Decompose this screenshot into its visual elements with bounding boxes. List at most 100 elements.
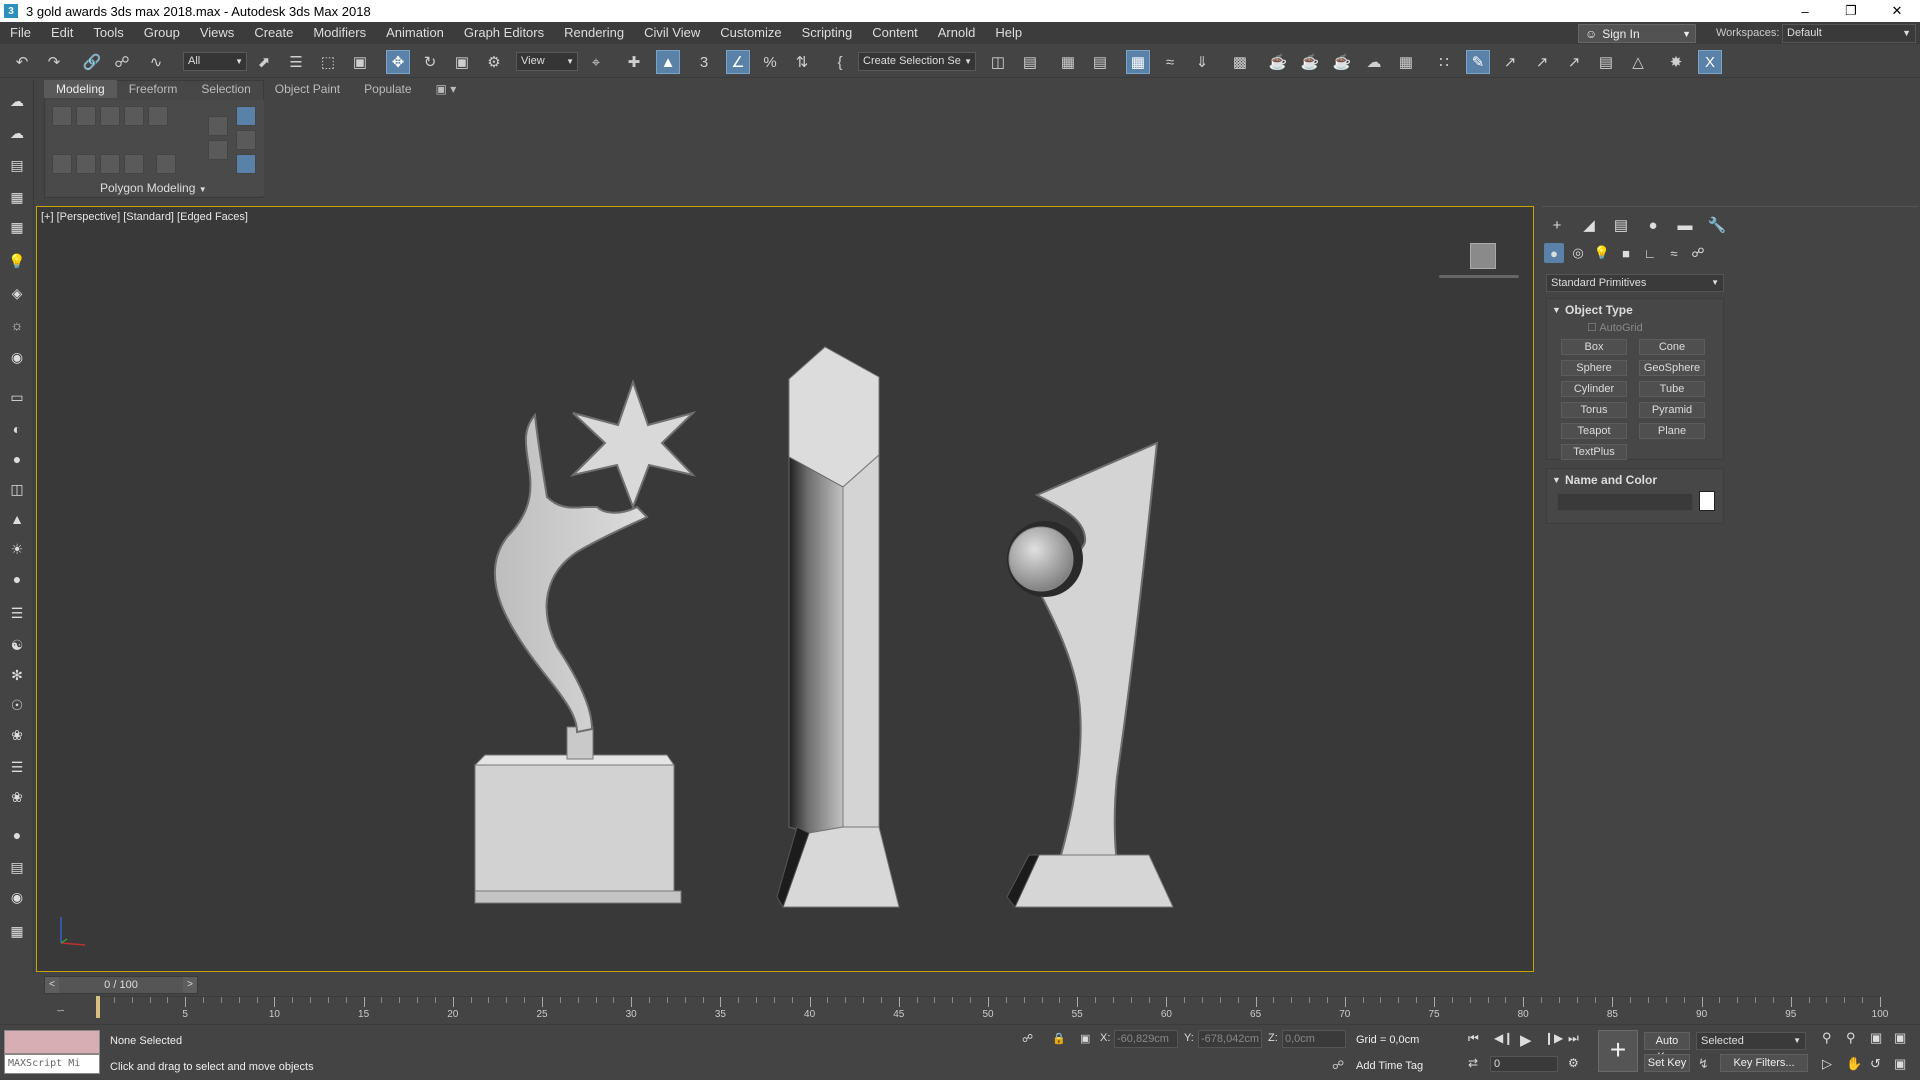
menu-help[interactable]: Help: [985, 22, 1032, 44]
time-slider[interactable]: < 0 / 100 >: [44, 976, 198, 994]
maxscript-mini-listener[interactable]: MAXScript Mi: [4, 1054, 100, 1074]
ribbon-tab-modeling[interactable]: Modeling: [44, 80, 117, 98]
sign-in-button[interactable]: ☺ Sign In ▼: [1578, 24, 1696, 43]
modifier-tool-icon[interactable]: ☼: [6, 314, 28, 336]
menu-graph-editors[interactable]: Graph Editors: [454, 22, 554, 44]
ribbon-tool-button[interactable]: [100, 154, 120, 174]
redo-icon[interactable]: ↷: [42, 50, 66, 74]
render-sphere-icon[interactable]: ●: [6, 824, 28, 846]
menu-views[interactable]: Views: [190, 22, 244, 44]
teapot-button[interactable]: Teapot: [1561, 423, 1627, 439]
align-icon[interactable]: ▤: [1018, 50, 1042, 74]
pan-view-icon[interactable]: ✋: [1846, 1056, 1862, 1072]
plane-tool-icon[interactable]: ▭: [6, 386, 28, 408]
bone-tool-icon[interactable]: ✻: [6, 664, 28, 686]
current-frame-field[interactable]: 0: [1490, 1056, 1558, 1072]
key-filters-button[interactable]: Key Filters...: [1720, 1054, 1808, 1072]
globe-trophy-model[interactable]: [1006, 441, 1174, 908]
particle-tool-icon[interactable]: ☯: [6, 634, 28, 656]
ribbon-tool-button[interactable]: [76, 154, 96, 174]
globe-tool-icon[interactable]: ☉: [6, 694, 28, 716]
space-warps-category-icon[interactable]: ≈: [1664, 243, 1684, 263]
ribbon-tab-object-paint[interactable]: Object Paint: [263, 80, 352, 98]
ribbon-tool-button[interactable]: [124, 154, 144, 174]
ribbon-tool-button[interactable]: [76, 106, 96, 126]
ribbon-tool-button[interactable]: [52, 154, 72, 174]
grid-toggle-icon[interactable]: ∷: [1432, 50, 1456, 74]
mirror-icon[interactable]: ◫: [986, 50, 1010, 74]
pivot-center-icon[interactable]: ⌖: [584, 50, 608, 74]
ribbon-tool-button[interactable]: [208, 140, 228, 160]
key-mode-dropdown[interactable]: Selected ▼: [1696, 1032, 1806, 1050]
ribbon-tab-freeform[interactable]: Freeform: [117, 80, 190, 98]
timeline-ruler[interactable]: 5 10 15 20 25 30 35 40 45 50 55 60 65 70 75 80 85 90 95 100: [96, 996, 1888, 1020]
modify-tab-icon[interactable]: ◢: [1576, 214, 1602, 236]
ribbon-tool-button[interactable]: [208, 116, 228, 136]
angle-snap-icon[interactable]: ∠: [726, 50, 750, 74]
time-tag-icon[interactable]: ☍: [1332, 1058, 1344, 1072]
default-in-out-tangents-icon[interactable]: ↯: [1698, 1056, 1709, 1072]
ribbon-tool-button[interactable]: [148, 106, 168, 126]
hair-tool-icon[interactable]: ❀: [6, 724, 28, 746]
go-to-start-icon[interactable]: ⏮: [1468, 1031, 1479, 1046]
cone-tool-icon[interactable]: ▲: [6, 508, 28, 530]
snaps-toggle-icon[interactable]: 3: [692, 50, 716, 74]
y-coordinate-field[interactable]: -678,042cm: [1198, 1030, 1262, 1048]
rope-tool-icon[interactable]: ❀: [6, 786, 28, 808]
time-cursor[interactable]: [96, 996, 100, 1018]
material-editor-icon[interactable]: ⇓: [1190, 50, 1214, 74]
key-mode-toggle-icon[interactable]: ⇄: [1468, 1056, 1478, 1070]
sun-light-icon[interactable]: ☀: [6, 538, 28, 560]
sphere-button[interactable]: Sphere: [1561, 360, 1627, 376]
select-and-link-icon[interactable]: 🔗: [80, 50, 104, 74]
autogrid-checkbox[interactable]: ☐ AutoGrid: [1587, 321, 1643, 334]
curve-editor-icon[interactable]: ▦: [1126, 50, 1150, 74]
rendered-frame-window-icon[interactable]: ☕: [1266, 50, 1290, 74]
menu-content[interactable]: Content: [862, 22, 928, 44]
menu-scripting[interactable]: Scripting: [792, 22, 863, 44]
next-key-icon[interactable]: ❙▶: [1544, 1031, 1563, 1045]
hierarchy-tab-icon[interactable]: ▤: [1608, 214, 1634, 236]
systems-category-icon[interactable]: ☍: [1688, 243, 1708, 263]
menu-edit[interactable]: Edit: [41, 22, 83, 44]
cone-button[interactable]: Cone: [1639, 339, 1705, 355]
zoom-extents-icon[interactable]: ▣: [1870, 1030, 1882, 1046]
zoom-extents-all-icon[interactable]: ▣: [1894, 1030, 1906, 1046]
sphere-tool-icon[interactable]: ●: [6, 448, 28, 470]
perspective-viewport[interactable]: [+] [Perspective] [Standard] [Edged Face…: [36, 206, 1534, 972]
menu-group[interactable]: Group: [134, 22, 190, 44]
zoom-all-icon[interactable]: ⚲: [1846, 1030, 1856, 1046]
keyboard-shortcut-override-icon[interactable]: ▲: [656, 50, 680, 74]
set-key-icon[interactable]: +: [1598, 1030, 1638, 1072]
menu-customize[interactable]: Customize: [710, 22, 791, 44]
dome-tool-icon[interactable]: ◐: [6, 418, 28, 440]
ribbon-options-icon[interactable]: ▣ ▾: [424, 80, 469, 98]
arnold-tool-1-icon[interactable]: ↗: [1498, 50, 1522, 74]
window-crossing-icon[interactable]: ▣: [348, 50, 372, 74]
cloud-tool-icon[interactable]: ☁: [6, 122, 28, 144]
absolute-mode-icon[interactable]: ▣: [1080, 1032, 1090, 1045]
set-key-button[interactable]: Set Key: [1644, 1054, 1690, 1072]
add-time-tag-button[interactable]: Add Time Tag: [1356, 1060, 1423, 1072]
undo-icon[interactable]: ↶: [10, 50, 34, 74]
restore-icon[interactable]: ❐: [1828, 0, 1874, 22]
camera-tool-icon[interactable]: ◉: [6, 346, 28, 368]
ribbon-tool-button[interactable]: [100, 106, 120, 126]
menu-create[interactable]: Create: [244, 22, 303, 44]
select-and-scale-icon[interactable]: ▣: [450, 50, 474, 74]
ribbon-tool-button[interactable]: [52, 106, 72, 126]
ribbon-tool-button[interactable]: [236, 154, 256, 174]
select-and-place-icon[interactable]: ⚙: [482, 50, 506, 74]
select-manipulate-icon[interactable]: ✚: [622, 50, 646, 74]
xref-icon[interactable]: X: [1698, 50, 1722, 74]
ribbon-tab-selection[interactable]: Selection: [189, 80, 262, 98]
sphere-light-icon[interactable]: ●: [6, 568, 28, 590]
selection-filter-dropdown[interactable]: All ▼: [183, 52, 247, 71]
pyramid-button[interactable]: Pyramid: [1639, 402, 1705, 418]
previous-key-icon[interactable]: ◀❙: [1494, 1031, 1513, 1045]
spinner-snap-icon[interactable]: ⇅: [790, 50, 814, 74]
close-icon[interactable]: ✕: [1874, 0, 1920, 22]
box-button[interactable]: Box: [1561, 339, 1627, 355]
panel-tool-icon[interactable]: ▦: [6, 186, 28, 208]
edit-named-selection-icon[interactable]: {: [828, 50, 852, 74]
